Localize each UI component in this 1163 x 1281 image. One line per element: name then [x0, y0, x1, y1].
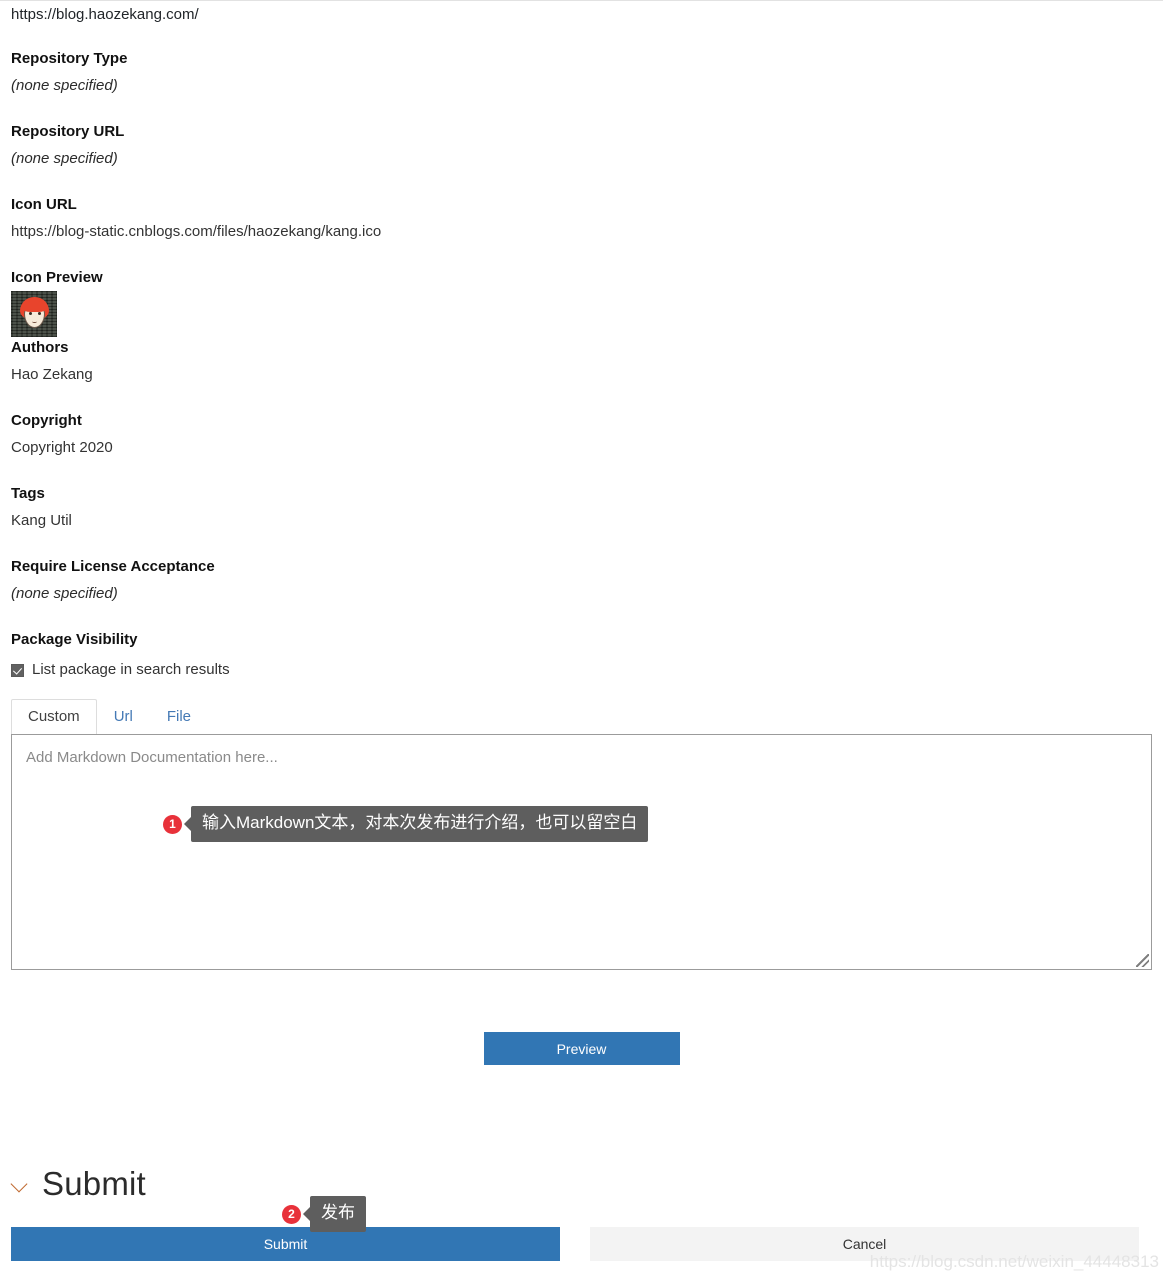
field-label-icon-url: Icon URL — [11, 196, 77, 213]
field-value-repository-type: (none specified) — [11, 77, 118, 94]
field-value-copyright: Copyright 2020 — [11, 439, 113, 456]
callout-2-bubble: 发布 — [310, 1196, 366, 1232]
callout-2: 2 发布 — [282, 1196, 366, 1232]
avatar-mouth — [32, 320, 37, 323]
resize-grip-icon[interactable] — [1136, 954, 1149, 967]
field-value-icon-url: https://blog-static.cnblogs.com/files/ha… — [11, 223, 382, 240]
field-label-repository-type: Repository Type — [11, 50, 128, 67]
avatar-fringe-shape — [22, 301, 47, 312]
package-publish-form: https://blog.haozekang.com/ Repository T… — [0, 0, 1163, 1065]
field-label-copyright: Copyright — [11, 412, 82, 429]
avatar-icon — [11, 291, 57, 337]
tab-file[interactable]: File — [150, 699, 208, 735]
avatar-eye-right — [38, 312, 41, 315]
submit-section: Submit Submit Cancel — [11, 1165, 1152, 1261]
preview-button-row: Preview — [11, 1032, 1152, 1065]
field-label-repository-url: Repository URL — [11, 123, 125, 140]
field-label-require-license: Require License Acceptance — [11, 558, 215, 575]
field-label-authors: Authors — [11, 339, 69, 356]
tab-custom[interactable]: Custom — [11, 699, 97, 735]
markdown-placeholder-text: Add Markdown Documentation here... — [26, 749, 278, 766]
field-value-tags: Kang Util — [11, 512, 72, 529]
field-value-require-license: (none specified) — [11, 585, 118, 602]
field-icon-preview: Icon Preview — [11, 269, 1152, 337]
field-repository-type: Repository Type (none specified) — [11, 50, 1152, 95]
field-authors: Authors Hao Zekang — [11, 339, 1152, 384]
submit-section-heading[interactable]: Submit — [11, 1165, 1152, 1203]
documentation-tabs: Custom Url File — [11, 698, 1152, 735]
chevron-down-icon[interactable] — [11, 1178, 29, 1190]
field-value-repository-url: (none specified) — [11, 150, 118, 167]
field-value-authors: Hao Zekang — [11, 366, 93, 383]
project-site-url: https://blog.haozekang.com/ — [11, 6, 199, 23]
list-package-checkbox[interactable] — [11, 663, 24, 677]
watermark: https://blog.csdn.net/weixin_44448313 — [869, 1252, 1159, 1271]
field-icon-url: Icon URL https://blog-static.cnblogs.com… — [11, 196, 1152, 241]
field-require-license-acceptance: Require License Acceptance (none specifi… — [11, 558, 1152, 603]
submit-heading-label: Submit — [42, 1165, 146, 1202]
markdown-documentation-editor[interactable]: Add Markdown Documentation here... — [11, 734, 1152, 970]
field-label-tags: Tags — [11, 485, 45, 502]
list-package-checkbox-label: List package in search results — [32, 661, 230, 678]
callout-2-badge: 2 — [282, 1204, 301, 1224]
avatar-eye-left — [29, 312, 32, 315]
field-label-package-visibility: Package Visibility — [11, 631, 138, 648]
callout-1-bubble: 输入Markdown文本，对本次发布进行介绍，也可以留空白 — [191, 806, 649, 842]
callout-1-badge: 1 — [163, 814, 182, 834]
field-tags: Tags Kang Util — [11, 485, 1152, 530]
submit-button[interactable]: Submit — [11, 1227, 560, 1261]
list-package-checkbox-row[interactable]: List package in search results — [11, 661, 1152, 679]
field-label-icon-preview: Icon Preview — [11, 269, 103, 286]
field-repository-url: Repository URL (none specified) — [11, 123, 1152, 168]
preview-button[interactable]: Preview — [483, 1032, 680, 1065]
callout-1: 1 输入Markdown文本，对本次发布进行介绍，也可以留空白 — [163, 806, 649, 842]
field-package-visibility: Package Visibility List package in searc… — [11, 631, 1152, 679]
tab-url[interactable]: Url — [97, 699, 150, 735]
field-copyright: Copyright Copyright 2020 — [11, 412, 1152, 457]
